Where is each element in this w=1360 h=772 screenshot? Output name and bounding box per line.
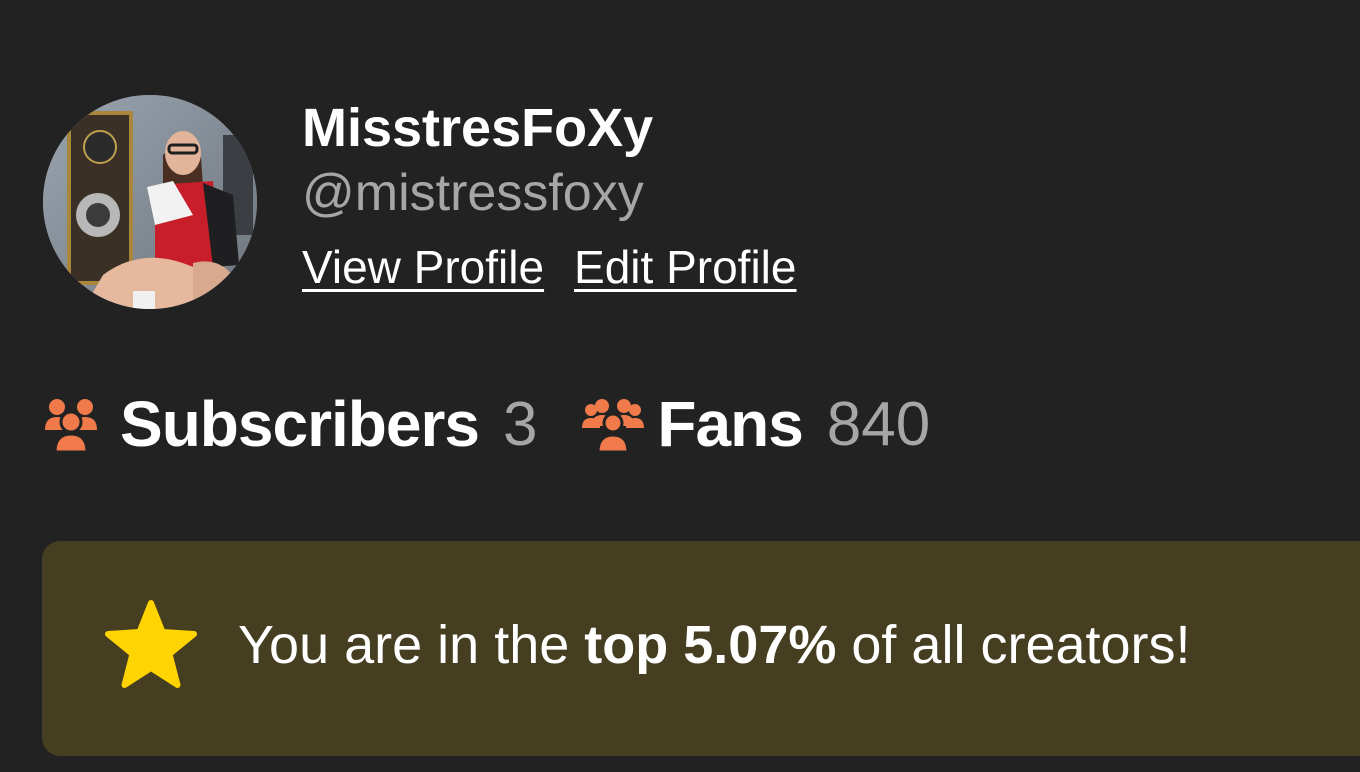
edit-profile-link[interactable]: Edit Profile: [574, 240, 796, 294]
group-people-icon: [42, 396, 100, 454]
fans-stat[interactable]: Fans 840: [581, 387, 930, 461]
subscribers-label: Subscribers: [120, 388, 480, 460]
username-handle: @mistressfoxy: [302, 164, 644, 222]
display-name: MisstresFoXy: [302, 98, 654, 158]
ranking-percentile: top 5.07%: [584, 615, 837, 675]
group-people-icon: [581, 396, 645, 454]
avatar-photo: [43, 95, 257, 309]
profile-identity: MisstresFoXy @mistressfoxy View Profile …: [302, 96, 796, 294]
avatar[interactable]: [43, 95, 257, 309]
ranking-message: You are in the top 5.07% of all creators…: [238, 613, 1191, 677]
view-profile-link[interactable]: View Profile: [302, 240, 544, 294]
ranking-banner: You are in the top 5.07% of all creators…: [42, 541, 1360, 756]
ranking-text-prefix: You are in the: [238, 615, 570, 675]
profile-summary-page: MisstresFoXy @mistressfoxy View Profile …: [0, 0, 1360, 772]
star-icon: [104, 599, 198, 691]
fans-label: Fans: [657, 388, 803, 460]
profile-links: View Profile Edit Profile: [302, 240, 796, 294]
subscribers-stat[interactable]: Subscribers 3: [42, 387, 537, 461]
subscribers-count: 3: [502, 389, 538, 459]
profile-stats: Subscribers 3 Fans 840: [42, 388, 974, 460]
ranking-text-suffix: of all creators!: [851, 615, 1191, 675]
fans-count: 840: [826, 389, 931, 459]
